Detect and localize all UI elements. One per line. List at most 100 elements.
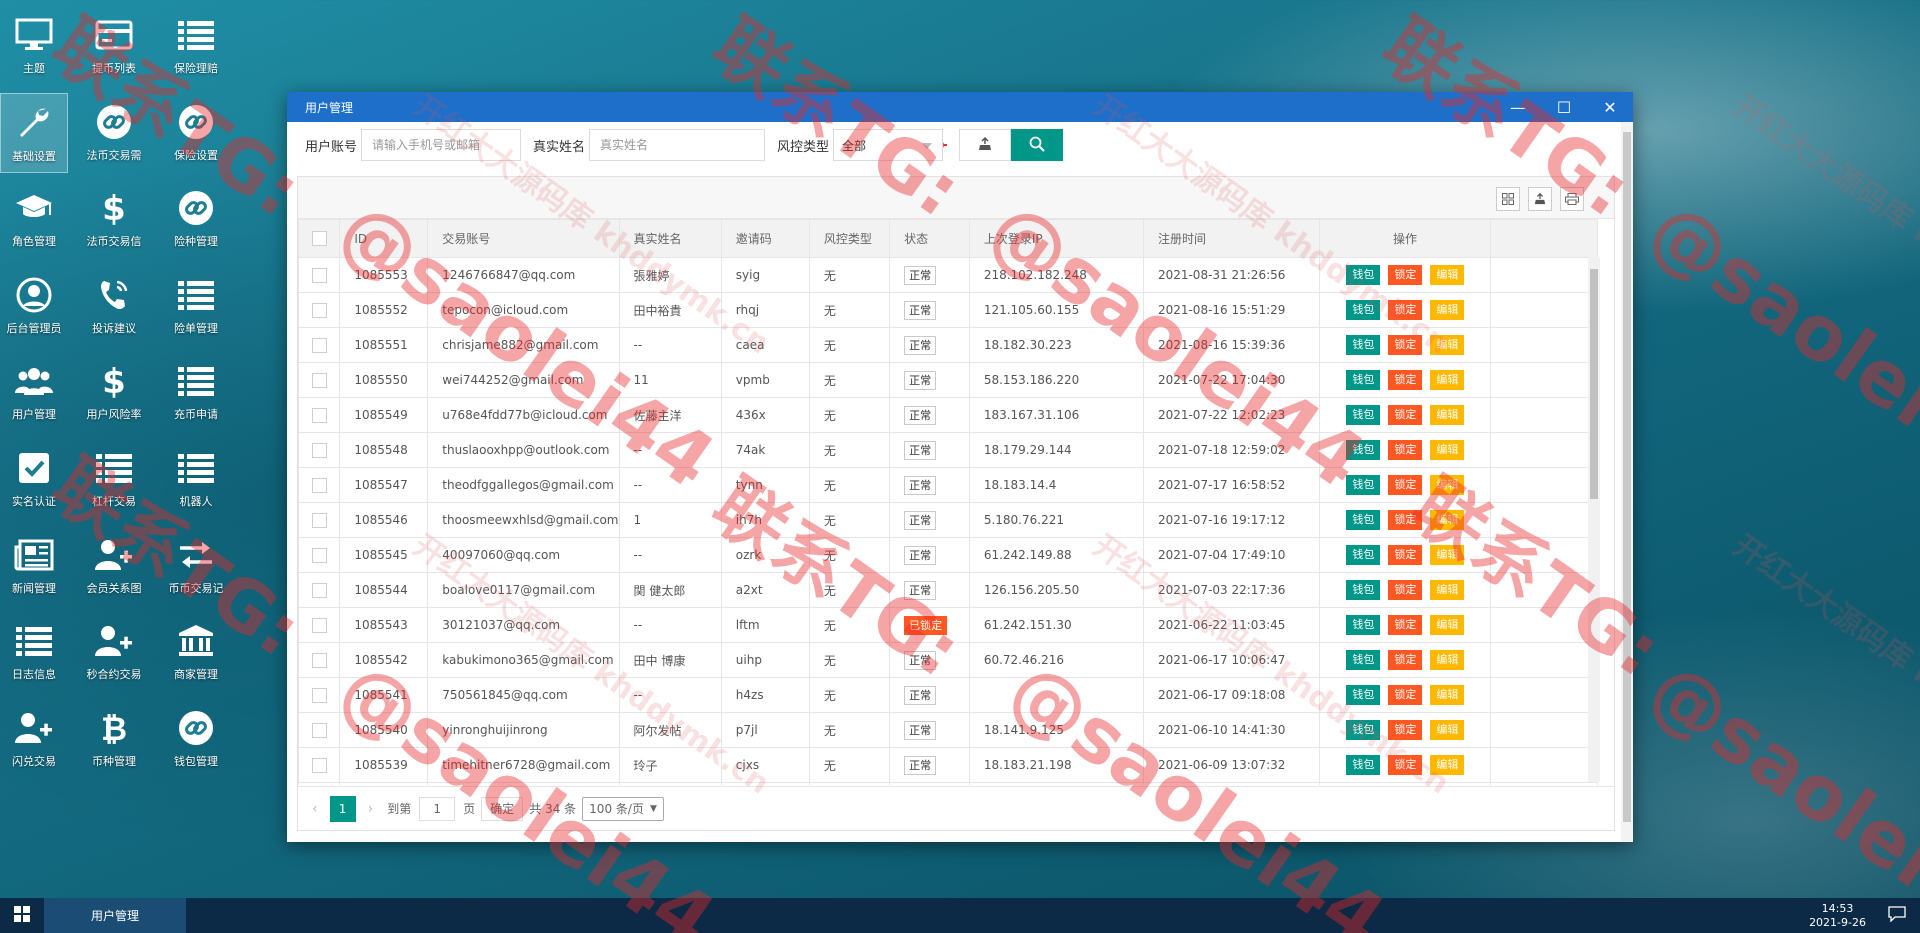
table-row[interactable]: 1085542 kabukimono365@gmail.com 田中 博康 uihp 无…	[298, 642, 1598, 678]
desktop-icon-22[interactable]: 日志信息	[0, 612, 68, 692]
desktop-icon-11[interactable]: 投诉建议	[80, 266, 148, 346]
edit-button[interactable]: 编辑	[1430, 580, 1465, 600]
page-1-button[interactable]: 1	[329, 795, 356, 822]
export-button[interactable]	[959, 129, 1012, 161]
wallet-button[interactable]: 钱包	[1346, 755, 1381, 775]
wallet-button[interactable]: 钱包	[1346, 580, 1381, 600]
wallet-button[interactable]: 钱包	[1346, 685, 1381, 705]
desktop-icon-17[interactable]: 杠杆交易	[80, 439, 148, 519]
row-checkbox-cell[interactable]	[298, 467, 341, 503]
table-row[interactable]: 1085543 30121037@qq.com -- lftm 无已锁定 61.242.1…	[298, 607, 1598, 643]
row-checkbox[interactable]	[311, 722, 327, 738]
desktop-icon-1[interactable]: 主题	[0, 6, 68, 86]
columns-icon[interactable]	[1496, 187, 1520, 211]
select-all-checkbox-cell[interactable]	[298, 219, 341, 258]
lock-button[interactable]: 锁定	[1388, 720, 1423, 740]
wallet-button[interactable]: 钱包	[1346, 615, 1381, 635]
account-search-input[interactable]	[361, 129, 522, 161]
desktop-icon-21[interactable]: 币币交易记	[162, 526, 230, 606]
desktop-icon-14[interactable]: $ 用户风险率	[80, 352, 148, 432]
desktop-icon-5[interactable]: 法币交易需	[80, 93, 148, 173]
lock-button[interactable]: 锁定	[1388, 650, 1423, 670]
table-row[interactable]: 1085539 timehitner6728@gmail.com 玲子 cjxs 无正常…	[298, 747, 1598, 783]
row-checkbox-cell[interactable]	[298, 747, 341, 783]
row-checkbox[interactable]	[311, 652, 327, 668]
lock-button[interactable]: 锁定	[1388, 335, 1423, 355]
wallet-button[interactable]: 钱包	[1346, 475, 1381, 495]
lock-button[interactable]: 锁定	[1388, 510, 1423, 530]
col-header-name[interactable]: 真实姓名	[618, 219, 722, 258]
row-checkbox[interactable]	[311, 407, 327, 423]
desktop-icon-2[interactable]: 提币列表	[80, 6, 148, 86]
edit-button[interactable]: 编辑	[1430, 755, 1465, 775]
row-checkbox[interactable]	[311, 337, 327, 353]
row-checkbox-cell[interactable]	[298, 502, 341, 538]
row-checkbox-cell[interactable]	[298, 642, 341, 678]
table-row[interactable]: 1085552 tepocon@icloud.com 田中裕貴 rhqj 无正常 121.…	[298, 292, 1598, 328]
col-header-account[interactable]: 交易账号	[427, 219, 620, 258]
desktop-icon-27[interactable]: 钱包管理	[162, 699, 230, 779]
desktop-icon-6[interactable]: 保险设置	[162, 93, 230, 173]
table-row[interactable]: 1085551 chrisjame882@gmail.com -- caea 无正常 18…	[298, 327, 1598, 363]
wallet-button[interactable]: 钱包	[1346, 335, 1381, 355]
row-checkbox-cell[interactable]	[298, 327, 341, 363]
row-checkbox-cell[interactable]	[298, 257, 341, 293]
desktop-icon-18[interactable]: 机器人	[162, 439, 230, 519]
wallet-button[interactable]: 钱包	[1346, 720, 1381, 740]
desktop-icon-13[interactable]: 用户管理	[0, 352, 68, 432]
lock-button[interactable]: 锁定	[1388, 685, 1423, 705]
prev-page-icon[interactable]: ‹	[312, 801, 318, 817]
lock-button[interactable]: 锁定	[1388, 265, 1423, 285]
edit-button[interactable]: 编辑	[1430, 510, 1465, 530]
desktop-icon-8[interactable]: $ 法币交易信	[80, 179, 148, 259]
row-checkbox-cell[interactable]	[298, 712, 341, 748]
desktop-icon-10[interactable]: 后台管理员	[0, 266, 68, 346]
row-checkbox-cell[interactable]	[298, 432, 341, 468]
row-checkbox-cell[interactable]	[298, 362, 341, 398]
desktop-icon-9[interactable]: 险种管理	[162, 179, 230, 259]
edit-button[interactable]: 编辑	[1430, 370, 1465, 390]
taskbar-clock[interactable]: 14:53 2021-9-26	[1809, 902, 1866, 930]
col-header-last-ip[interactable]: 上次登录IP	[968, 219, 1144, 258]
wallet-button[interactable]: 钱包	[1346, 545, 1381, 565]
table-scrollbar-thumb[interactable]	[1590, 269, 1598, 499]
lock-button[interactable]: 锁定	[1388, 615, 1423, 635]
row-checkbox-cell[interactable]	[298, 782, 341, 785]
wallet-button[interactable]: 钱包	[1346, 510, 1381, 530]
wallet-button[interactable]: 钱包	[1346, 650, 1381, 670]
table-row[interactable]: 1085541 750561845@qq.com -- h4zs 无正常 2021-06-…	[298, 677, 1598, 713]
edit-button[interactable]: 编辑	[1430, 440, 1465, 460]
lock-button[interactable]: 锁定	[1388, 370, 1423, 390]
goto-confirm-button[interactable]: 确定	[481, 796, 524, 821]
lock-button[interactable]: 锁定	[1388, 300, 1423, 320]
edit-button[interactable]: 编辑	[1430, 265, 1465, 285]
select-all-checkbox[interactable]	[311, 231, 327, 246]
wallet-button[interactable]: 钱包	[1346, 370, 1381, 390]
row-checkbox-cell[interactable]	[298, 677, 341, 713]
row-checkbox[interactable]	[311, 512, 327, 528]
desktop-icon-16[interactable]: 实名认证	[0, 439, 68, 519]
wallet-button[interactable]: 钱包	[1346, 440, 1381, 460]
row-checkbox-cell[interactable]	[298, 537, 341, 573]
desktop-icon-15[interactable]: 充币申请	[162, 352, 230, 432]
window-scrollbar-thumb[interactable]	[1623, 132, 1631, 822]
start-button[interactable]	[0, 898, 44, 933]
edit-button[interactable]: 编辑	[1430, 405, 1465, 425]
col-header-invite-code[interactable]: 邀请码	[720, 219, 810, 258]
risk-type-select[interactable]: 全部	[833, 129, 944, 161]
maximize-button[interactable]: ☐	[1541, 92, 1587, 122]
print-icon[interactable]	[1560, 187, 1584, 211]
col-header-reg-time[interactable]: 注册时间	[1142, 219, 1321, 258]
minimize-button[interactable]: —	[1495, 92, 1541, 122]
lock-button[interactable]: 锁定	[1388, 545, 1423, 565]
search-button[interactable]	[1011, 129, 1064, 161]
desktop-icon-26[interactable]: ₿ 币种管理	[80, 699, 148, 779]
lock-button[interactable]: 锁定	[1388, 475, 1423, 495]
desktop-icon-20[interactable]: 会员关系图	[80, 526, 148, 606]
edit-button[interactable]: 编辑	[1430, 300, 1465, 320]
wallet-button[interactable]: 钱包	[1346, 300, 1381, 320]
row-checkbox[interactable]	[311, 617, 327, 633]
table-row[interactable]: 1085538bhankbtc@gmail.com--7pdz无正常223.10…	[298, 782, 1598, 785]
col-header-status[interactable]: 状态	[889, 219, 970, 258]
table-row[interactable]: 1085550 wei744252@gmail.com 11 vpmb 无正常 58.15…	[298, 362, 1598, 398]
